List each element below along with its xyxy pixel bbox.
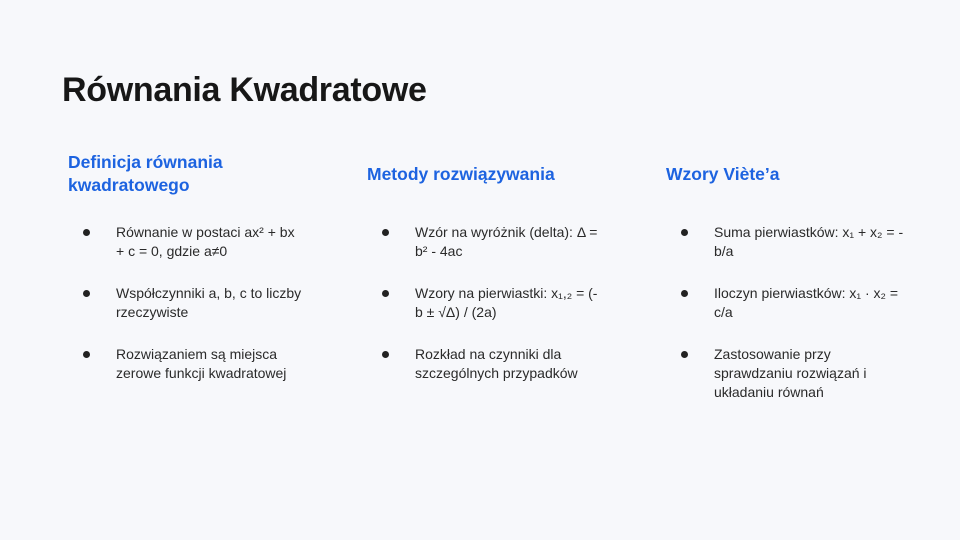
bullet-icon (382, 290, 389, 297)
slide: Równania Kwadratowe Definicja równania k… (0, 0, 960, 540)
bullet-item: Wzór na wyróżnik (delta): Δ = b² - 4ac (367, 223, 617, 261)
bullet-list: Suma pierwiastków: x₁ + x₂ = -b/a Iloczy… (666, 223, 916, 425)
bullet-text: Rozwiązaniem są miejsca zerowe funkcji k… (116, 346, 287, 381)
bullet-icon (681, 290, 688, 297)
column-heading: Wzory Viète’a (666, 163, 780, 184)
bullet-item: Równanie w postaci ax² + bx + c = 0, gdz… (68, 223, 318, 261)
bullet-icon (681, 229, 688, 236)
column-heading: Metody rozwiązywania (367, 163, 555, 184)
bullet-item: Iloczyn pierwiastków: x₁ · x₂ = c/a (666, 284, 916, 322)
bullet-item: Rozwiązaniem są miejsca zerowe funkcji k… (68, 345, 318, 383)
bullet-item: Rozkład na czynniki dla szczególnych prz… (367, 345, 617, 383)
column-viete: Wzory Viète’a Suma pierwiastków: x₁ + x₂… (666, 150, 916, 401)
bullet-icon (382, 229, 389, 236)
bullet-icon (83, 229, 90, 236)
column-definition: Definicja równania kwadratowego Równanie… (68, 150, 318, 381)
bullet-icon (83, 290, 90, 297)
bullet-icon (681, 351, 688, 358)
bullet-icon (83, 351, 90, 358)
bullet-item: Wzory na pierwiastki: x₁,₂ = (-b ± √Δ) /… (367, 284, 617, 322)
bullet-item: Współczynniki a, b, c to liczby rzeczywi… (68, 284, 318, 322)
column-heading: Definicja równania kwadratowego (68, 152, 223, 195)
bullet-text: Równanie w postaci ax² + bx + c = 0, gdz… (116, 224, 295, 259)
bullet-text: Współczynniki a, b, c to liczby rzeczywi… (116, 285, 302, 320)
bullet-text: Zastosowanie przy sprawdzaniu rozwiązań … (714, 346, 867, 400)
bullet-text: Suma pierwiastków: x₁ + x₂ = -b/a (714, 224, 904, 259)
bullet-text: Rozkład na czynniki dla szczególnych prz… (415, 346, 578, 381)
bullet-item: Suma pierwiastków: x₁ + x₂ = -b/a (666, 223, 916, 261)
bullet-text: Wzory na pierwiastki: x₁,₂ = (-b ± √Δ) /… (415, 285, 598, 320)
bullet-text: Iloczyn pierwiastków: x₁ · x₂ = c/a (714, 285, 899, 320)
bullet-list: Równanie w postaci ax² + bx + c = 0, gdz… (68, 223, 318, 406)
slide-title: Równania Kwadratowe (62, 71, 427, 109)
bullet-list: Wzór na wyróżnik (delta): Δ = b² - 4ac W… (367, 223, 617, 406)
bullet-item: Zastosowanie przy sprawdzaniu rozwiązań … (666, 345, 916, 402)
column-methods: Metody rozwiązywania Wzór na wyróżnik (d… (367, 150, 617, 382)
bullet-text: Wzór na wyróżnik (delta): Δ = b² - 4ac (415, 224, 598, 259)
bullet-icon (382, 351, 389, 358)
